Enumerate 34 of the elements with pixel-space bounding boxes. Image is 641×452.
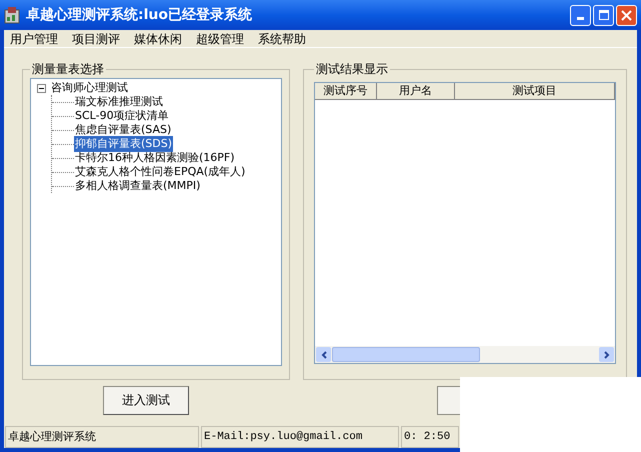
tree-item[interactable]: 抑郁自评量表(SDS) (74, 136, 174, 152)
tree-item[interactable]: 咨询师心理测试 (51, 80, 128, 96)
close-button[interactable] (616, 4, 637, 26)
column-header[interactable]: 用户名 (377, 83, 455, 100)
column-header[interactable]: 测试序号 (315, 83, 377, 100)
group-title: 测量量表选择 (31, 61, 105, 78)
tree-item[interactable]: 多相人格调查量表(MMPI) (74, 178, 202, 194)
menu-item[interactable]: 媒体休闲 (134, 30, 182, 48)
menu-item[interactable]: 用户管理 (10, 30, 58, 48)
window-title: 卓越心理测评系统:luo已经登录系统 (26, 6, 252, 24)
status-panel: 卓越心理测评系统 (5, 426, 199, 448)
tree-item[interactable]: 卡特尔16种人格因素测验(16PF) (74, 150, 236, 166)
menu-item[interactable]: 系统帮助 (258, 30, 306, 48)
close-icon (621, 10, 632, 20)
menu-item[interactable]: 超级管理 (196, 30, 244, 48)
column-header[interactable]: 测试项目 (455, 83, 615, 100)
tree-item[interactable]: 瑞文标准推理测试 (74, 94, 164, 110)
button[interactable] (437, 386, 460, 414)
tree-item[interactable]: 艾森克人格个性问卷EPQA(成年人) (74, 164, 246, 180)
tree-item[interactable]: 焦虑自评量表(SAS) (74, 122, 172, 138)
maximize-button[interactable] (593, 4, 614, 26)
scroll-right-button[interactable] (599, 347, 614, 362)
menu-item[interactable]: 项目测评 (72, 30, 120, 48)
status-panel: E-Mail:psy.luo@gmail.com (201, 426, 399, 448)
minimize-button[interactable] (570, 4, 591, 26)
scroll-thumb[interactable] (332, 347, 480, 362)
app-icon (4, 6, 20, 24)
scroll-left-button[interactable] (316, 347, 331, 362)
group-title: 测试结果显示 (315, 61, 389, 78)
collapse-toggle-icon[interactable] (37, 84, 46, 92)
status-panel: 0: 2:50 (401, 426, 459, 448)
tree-item[interactable]: SCL-90项症状清单 (74, 108, 170, 124)
horizontal-scrollbar[interactable] (315, 346, 615, 363)
enter-test-button[interactable]: 进入测试 (103, 386, 189, 414)
